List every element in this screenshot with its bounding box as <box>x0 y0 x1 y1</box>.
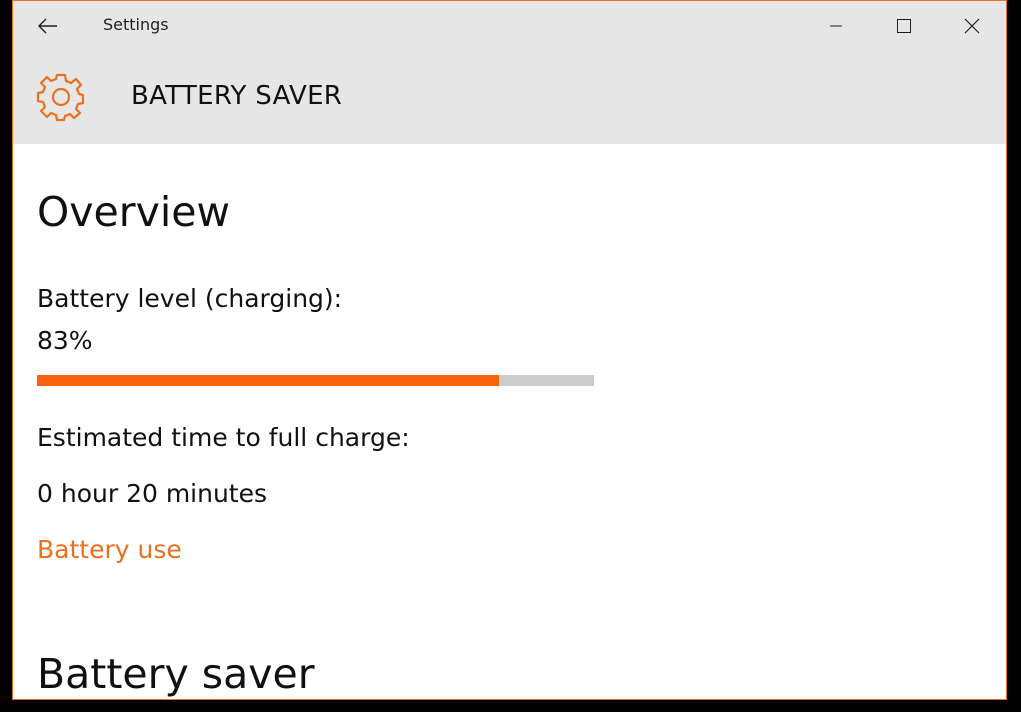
battery-saver-heading: Battery saver <box>37 650 315 698</box>
battery-level-value: 83% <box>37 326 93 355</box>
close-button[interactable] <box>949 1 995 51</box>
back-button[interactable] <box>35 13 61 39</box>
maximize-button[interactable] <box>881 1 927 51</box>
gear-icon <box>36 73 85 122</box>
estimated-time-label: Estimated time to full charge: <box>37 423 410 452</box>
battery-level-label: Battery level (charging): <box>37 284 343 313</box>
page-title: BATTERY SAVER <box>131 81 343 111</box>
battery-level-bar <box>37 375 594 386</box>
arrow-left-icon <box>38 18 57 34</box>
minimize-button[interactable] <box>813 1 859 51</box>
minimize-icon <box>830 25 842 27</box>
page-header: BATTERY SAVER <box>13 51 1006 144</box>
main-content: Overview Battery level (charging): 83% E… <box>13 144 1006 699</box>
app-title: Settings <box>103 15 169 34</box>
title-bar: Settings <box>13 1 1006 51</box>
close-icon <box>964 18 980 34</box>
maximize-icon <box>897 19 911 33</box>
battery-use-link[interactable]: Battery use <box>37 535 182 564</box>
battery-level-bar-fill <box>37 375 500 386</box>
estimated-time-value: 0 hour 20 minutes <box>37 479 268 508</box>
settings-window: Settings BATTERY SAVER Overview Battery … <box>12 0 1007 700</box>
overview-heading: Overview <box>37 188 231 236</box>
